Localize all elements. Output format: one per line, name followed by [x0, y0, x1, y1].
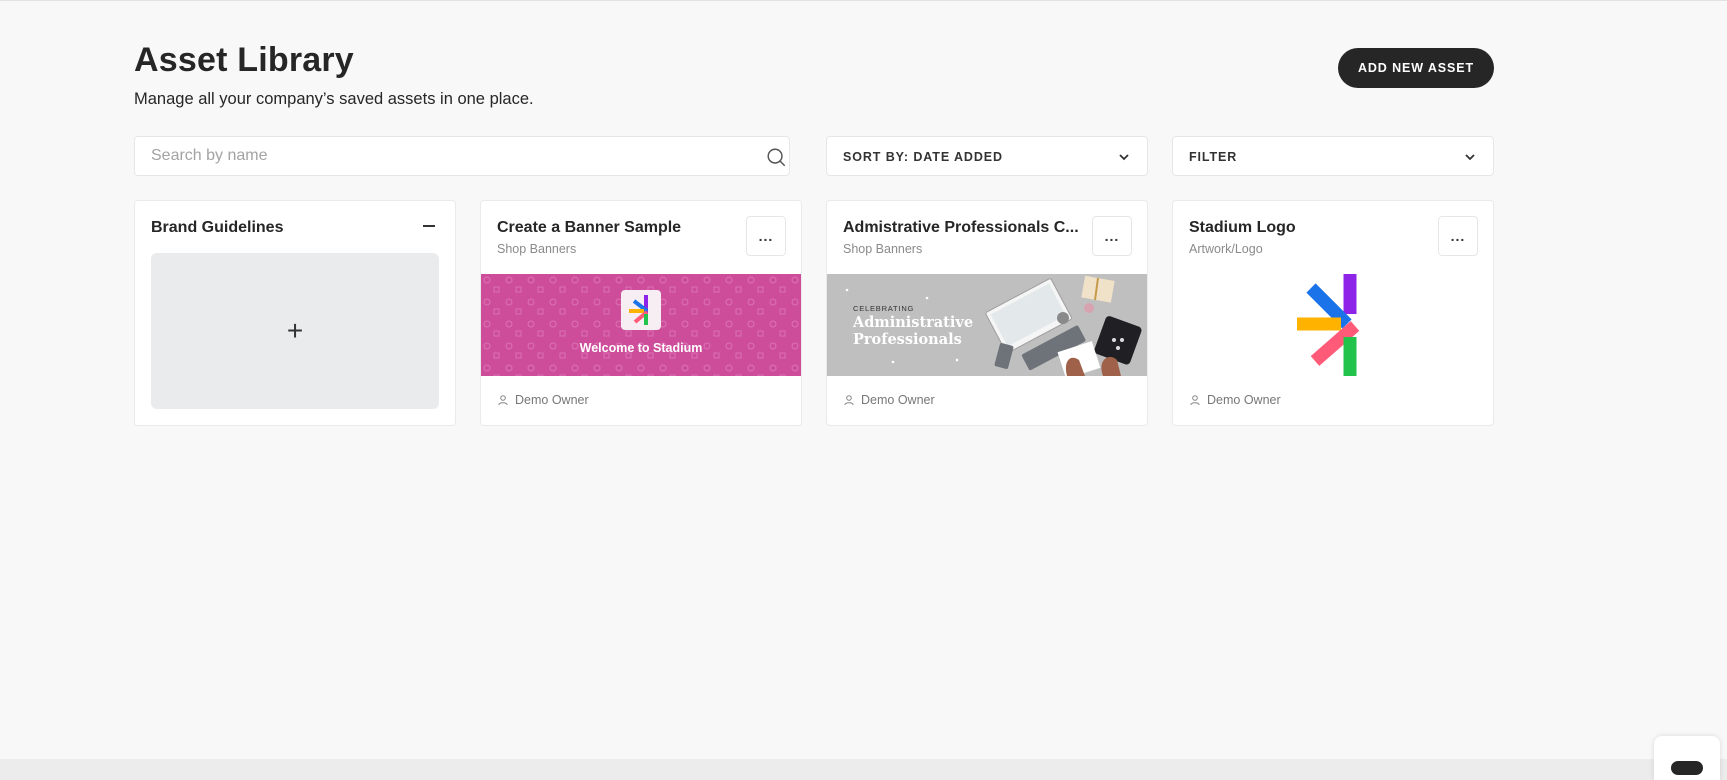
asset-thumbnail: CELEBRATING Administrative Professionals: [827, 274, 1147, 376]
asset-category: Shop Banners: [843, 242, 923, 256]
thumbnail-headline-1: Administrative: [853, 314, 974, 331]
owner-name: Demo Owner: [1207, 393, 1281, 407]
sort-label: SORT BY: DATE ADDED: [843, 150, 1003, 164]
search-field: [134, 136, 790, 176]
asset-card[interactable]: Admistrative Professionals C... Shop Ban…: [826, 200, 1148, 426]
filter-dropdown[interactable]: FILTER: [1172, 136, 1494, 176]
asset-category: Artwork/Logo: [1189, 242, 1263, 256]
add-brand-guideline-tile[interactable]: +: [151, 253, 439, 409]
page-title: Asset Library: [134, 41, 354, 79]
footer-band: [0, 759, 1727, 780]
search-input[interactable]: [135, 137, 735, 175]
top-divider: [0, 0, 1727, 1]
search-icon[interactable]: [765, 146, 787, 168]
brand-guidelines-title: Brand Guidelines: [151, 219, 284, 236]
more-options-button[interactable]: ...: [1092, 216, 1132, 256]
page-subtitle: Manage all your company’s saved assets i…: [134, 90, 534, 108]
user-icon: [498, 395, 508, 406]
asset-category: Shop Banners: [497, 242, 577, 256]
chevron-down-icon: [1465, 154, 1475, 161]
asset-thumbnail: [1173, 274, 1493, 376]
asset-owner: Demo Owner: [1189, 393, 1281, 407]
user-icon: [844, 395, 854, 406]
asset-title: Create a Banner Sample: [497, 219, 682, 236]
filter-label: FILTER: [1189, 150, 1238, 164]
asset-card[interactable]: Create a Banner Sample Shop Banners ... …: [480, 200, 802, 426]
chat-widget-button[interactable]: [1654, 736, 1720, 780]
more-options-button[interactable]: ...: [1438, 216, 1478, 256]
owner-name: Demo Owner: [861, 393, 935, 407]
user-icon: [1190, 395, 1200, 406]
plus-icon: +: [286, 315, 304, 346]
more-options-button[interactable]: ...: [746, 216, 786, 256]
asset-owner: Demo Owner: [497, 393, 589, 407]
chat-icon: [1671, 761, 1703, 775]
asset-title: Admistrative Professionals C...: [843, 219, 1079, 236]
thumbnail-headline-2: Professionals: [853, 331, 962, 348]
asset-owner: Demo Owner: [843, 393, 935, 407]
thumbnail-caption: Welcome to Stadium: [579, 341, 703, 355]
brand-guidelines-card: Brand Guidelines +: [134, 200, 456, 426]
add-new-asset-button[interactable]: ADD NEW ASSET: [1338, 48, 1494, 88]
owner-name: Demo Owner: [515, 393, 589, 407]
asset-card[interactable]: Stadium Logo Artwork/Logo ... Demo Owner: [1172, 200, 1494, 426]
banner-pattern: [481, 274, 801, 376]
chevron-down-icon: [1119, 154, 1129, 161]
collapse-icon[interactable]: [423, 225, 435, 227]
stadium-logo-icon: [1297, 274, 1360, 376]
thumbnail-kicker: CELEBRATING: [853, 304, 915, 313]
sort-dropdown[interactable]: SORT BY: DATE ADDED: [826, 136, 1148, 176]
asset-thumbnail: Welcome to Stadium: [481, 274, 801, 376]
asset-title: Stadium Logo: [1189, 219, 1296, 236]
